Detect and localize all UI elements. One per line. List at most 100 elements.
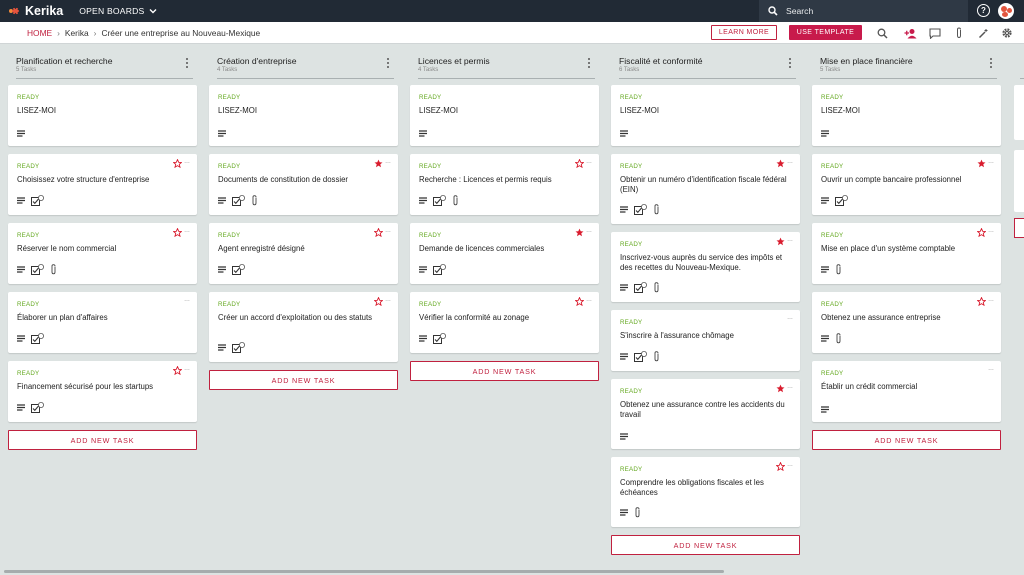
task-card[interactable]: READY … Vérifier la conformité au zonage [410, 292, 599, 353]
task-card-partial[interactable] [1014, 85, 1024, 140]
star-outline-icon[interactable] [374, 297, 383, 306]
breadcrumb-org[interactable]: Kerika [65, 28, 89, 38]
star-outline-icon[interactable] [173, 228, 182, 237]
description-icon [620, 509, 628, 516]
task-card[interactable]: READY … Élaborer un plan d'affaires [8, 292, 197, 353]
task-card[interactable]: READY … S'inscrire à l'assurance chômage [611, 310, 800, 371]
task-card[interactable]: READY … Réserver le nom commercial [8, 223, 197, 284]
card-menu-icon[interactable]: … [988, 159, 994, 165]
card-menu-icon[interactable]: … [988, 297, 994, 303]
card-menu-icon[interactable]: … [988, 366, 994, 372]
star-outline-icon[interactable] [173, 159, 182, 168]
card-menu-icon[interactable]: … [184, 228, 190, 234]
add-new-task-button[interactable]: ADD NEW TASK [8, 430, 197, 450]
star-filled-icon[interactable] [575, 228, 584, 237]
star-outline-icon[interactable] [374, 228, 383, 237]
column-header[interactable]: Mise en place financière 5 Tasks [812, 45, 1001, 79]
star-outline-icon[interactable] [977, 297, 986, 306]
card-menu-icon[interactable]: … [787, 159, 793, 165]
star-outline-icon[interactable] [173, 366, 182, 375]
learn-more-button[interactable]: LEARN MORE [711, 25, 777, 40]
column-header[interactable]: Création d'entreprise 4 Tasks [209, 45, 398, 79]
column-header[interactable]: Fiscalité et conformité 6 Tasks [611, 45, 800, 79]
more-vert-icon[interactable] [184, 57, 190, 69]
more-vert-icon[interactable] [586, 57, 592, 69]
wand-icon[interactable] [976, 26, 990, 40]
card-menu-icon[interactable]: … [385, 159, 391, 165]
use-template-button[interactable]: USE TEMPLATE [789, 25, 862, 40]
chevron-down-icon [149, 9, 157, 14]
task-card[interactable]: READY LISEZ-MOI [812, 85, 1001, 146]
more-vert-icon[interactable] [988, 57, 994, 69]
card-menu-icon[interactable]: … [787, 462, 793, 468]
card-menu-icon[interactable]: … [586, 159, 592, 165]
star-filled-icon[interactable] [776, 159, 785, 168]
card-menu-icon[interactable]: … [787, 384, 793, 390]
task-card[interactable]: READY … Agent enregistré désigné [209, 223, 398, 284]
card-menu-icon[interactable]: … [586, 228, 592, 234]
card-menu-icon[interactable]: … [787, 237, 793, 243]
task-card[interactable]: READY LISEZ-MOI [8, 85, 197, 146]
add-new-task-button[interactable]: ADD NEW TASK [209, 370, 398, 390]
task-card-partial[interactable] [1014, 150, 1024, 212]
star-filled-icon[interactable] [977, 159, 986, 168]
card-menu-icon[interactable]: … [184, 297, 190, 303]
task-card[interactable]: READY LISEZ-MOI [209, 85, 398, 146]
add-new-task-button[interactable]: ADD NEW TASK [812, 430, 1001, 450]
task-card[interactable]: READY … Choisissez votre structure d'entre… [8, 154, 197, 215]
horizontal-scrollbar[interactable] [4, 570, 724, 573]
task-card[interactable]: READY … Demande de licences commerciales [410, 223, 599, 284]
attachment-icon[interactable] [952, 26, 966, 40]
task-card[interactable]: READY … Financement sécurisé pour les star… [8, 361, 197, 422]
card-menu-icon[interactable]: … [184, 159, 190, 165]
column-header[interactable]: Planification et recherche 5 Tasks [8, 45, 197, 79]
gear-icon[interactable] [1000, 26, 1014, 40]
task-title: Mise en place d'un système comptable [821, 244, 956, 253]
task-card[interactable]: READY … Inscrivez-vous auprès du service d… [611, 232, 800, 302]
add-new-task-button[interactable]: ADD NEW TASK [410, 361, 599, 381]
more-vert-icon[interactable] [787, 57, 793, 69]
chat-icon[interactable] [928, 26, 942, 40]
star-outline-icon[interactable] [977, 228, 986, 237]
breadcrumb-home[interactable]: HOME [27, 28, 52, 38]
star-filled-icon[interactable] [776, 384, 785, 393]
star-filled-icon[interactable] [374, 159, 383, 168]
add-new-task-button[interactable]: ADD NEW TASK [611, 535, 800, 555]
search-icon[interactable] [875, 26, 889, 40]
task-card[interactable]: READY … Ouvrir un compte bancaire professi… [812, 154, 1001, 215]
more-vert-icon[interactable] [385, 57, 391, 69]
attachment-icon [835, 333, 842, 344]
task-card[interactable]: READY LISEZ-MOI [611, 85, 800, 146]
task-card[interactable]: READY … Mise en place d'un système comptab… [812, 223, 1001, 284]
open-boards-menu[interactable]: OPEN BOARDS [79, 6, 157, 16]
column-title: Mise en place financière [820, 56, 913, 66]
star-filled-icon[interactable] [776, 237, 785, 246]
task-card[interactable]: READY … Comprendre les obligations fiscale… [611, 457, 800, 527]
card-menu-icon[interactable]: … [988, 228, 994, 234]
add-person-icon[interactable] [903, 26, 917, 40]
star-outline-icon[interactable] [575, 159, 584, 168]
avatar[interactable] [998, 3, 1014, 19]
task-card[interactable]: READY … Créer un accord d'exploitation ou … [209, 292, 398, 362]
add-task-button-partial[interactable] [1014, 218, 1024, 238]
task-card[interactable]: READY … Obtenez une assurance contre les a… [611, 379, 800, 449]
task-card[interactable]: READY … Obtenez une assurance entreprise [812, 292, 1001, 353]
card-menu-icon[interactable]: … [385, 297, 391, 303]
task-card[interactable]: READY … Obtenir un numéro d'identification… [611, 154, 800, 224]
card-menu-icon[interactable]: … [787, 315, 793, 321]
column-header[interactable]: Licences et permis 4 Tasks [410, 45, 599, 79]
task-card[interactable]: READY … Documents de constitution de dossi… [209, 154, 398, 215]
search-input[interactable] [786, 6, 936, 16]
card-menu-icon[interactable]: … [385, 228, 391, 234]
search-bar[interactable] [759, 0, 968, 22]
card-menu-icon[interactable]: … [184, 366, 190, 372]
app-logo[interactable]: Kerika [9, 4, 63, 18]
help-icon[interactable]: ? [977, 4, 990, 17]
task-indicators [419, 130, 427, 137]
star-outline-icon[interactable] [776, 462, 785, 471]
task-card[interactable]: READY … Recherche : Licences et permis req… [410, 154, 599, 215]
card-menu-icon[interactable]: … [586, 297, 592, 303]
star-outline-icon[interactable] [575, 297, 584, 306]
task-card[interactable]: READY LISEZ-MOI [410, 85, 599, 146]
task-card[interactable]: READY … Établir un crédit commercial [812, 361, 1001, 422]
